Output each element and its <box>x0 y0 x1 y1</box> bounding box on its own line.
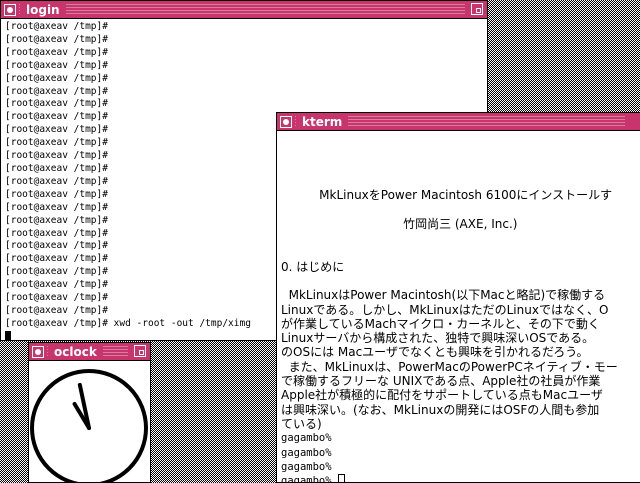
kterm-line: のOSには Macユーザでなくとも興味を引かれるだろう。 <box>281 345 589 360</box>
kterm-line: 0. はじめに <box>281 259 345 274</box>
kterm-line: 竹岡尚三 (AXE, Inc.) <box>281 216 518 231</box>
kterm-line: MkLinuxはPower Macintosh(以下Macと略記)で稼働する <box>281 288 606 303</box>
terminal-line: [root@axeav /tmp]# <box>5 98 108 110</box>
resize-icon[interactable] <box>471 3 483 15</box>
kterm-line: また、MkLinuxは、PowerMacのPowerPCネイティブ・モー <box>281 359 618 374</box>
kterm-line <box>281 202 640 216</box>
terminal-line: [root@axeav /tmp]# <box>5 21 108 32</box>
kterm-line <box>281 131 640 145</box>
kterm-window[interactable]: kterm MkLinuxをPower Macintosh 6100にインストー… <box>276 112 640 483</box>
resize-icon[interactable] <box>134 345 146 357</box>
kterm-title: kterm <box>296 113 349 130</box>
analog-clock-face <box>30 369 148 482</box>
kterm-titlebar[interactable]: kterm <box>277 113 640 131</box>
terminal-line: [root@axeav /tmp]# <box>5 46 108 58</box>
terminal-cursor <box>337 474 345 482</box>
kterm-line: が作業しているMachマイクロ・カーネルと、その下で動く <box>281 316 600 331</box>
window-menu-icon[interactable] <box>32 345 44 358</box>
shell-prompt: gagambo% <box>281 460 332 473</box>
kterm-line: Linuxである。しかし、MkLinuxはただのLinuxではなく、O <box>281 302 609 317</box>
kterm-line: で稼働するフリーな UNIXである点、Apple社の社員が作業 <box>281 374 601 389</box>
kterm-terminal-output[interactable]: MkLinuxをPower Macintosh 6100にインストールす 竹岡尚… <box>277 131 640 482</box>
window-menu-icon[interactable] <box>280 115 292 128</box>
oclock-titlebar[interactable]: oclock <box>29 343 150 361</box>
window-menu-icon[interactable] <box>4 3 16 16</box>
shell-prompt: gagambo% <box>281 432 332 445</box>
kterm-line: MkLinuxをPower Macintosh 6100にインストールす <box>281 188 613 203</box>
kterm-line: ている) <box>281 416 322 431</box>
kterm-line <box>281 231 640 245</box>
shell-prompt: gagambo% <box>281 446 332 459</box>
kterm-line <box>281 160 640 174</box>
terminal-line: [root@axeav /tmp]# <box>5 33 108 45</box>
kterm-line <box>281 274 640 288</box>
login-title: login <box>20 1 66 18</box>
kterm-line: Linuxサーバから構成された、独特で興味深いOSである。 <box>281 331 595 346</box>
kterm-line: Apple社が積極的に配付をサポートしている点もMacユーザ <box>281 388 603 403</box>
kterm-line <box>281 245 640 259</box>
oclock-title: oclock <box>48 343 103 360</box>
oclock-window[interactable]: oclock <box>28 342 151 483</box>
terminal-line: [root@axeav /tmp]# <box>5 59 108 71</box>
login-titlebar[interactable]: login <box>1 1 487 19</box>
kterm-line: は興味深い。(なお、MkLinuxの開発にはOSFの人間も参加 <box>281 402 600 417</box>
kterm-line <box>281 174 640 188</box>
shell-prompt: gagambo% <box>281 474 640 482</box>
terminal-line: [root@axeav /tmp]# <box>5 72 108 84</box>
kterm-line <box>281 145 640 159</box>
terminal-line: [root@axeav /tmp]# <box>5 85 108 97</box>
